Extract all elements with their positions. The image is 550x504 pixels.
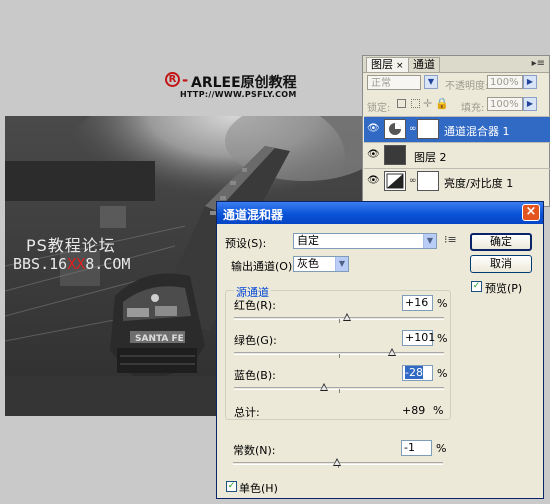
close-icon[interactable]: × (396, 61, 404, 71)
tab-channels-label: 通道 (413, 58, 435, 71)
brightness-thumbnail-icon (384, 171, 406, 191)
preset-label: 预设(S): (225, 237, 267, 250)
total-label: 总计: (234, 406, 260, 419)
fill-label: 填充: (461, 103, 485, 114)
preview-label: 预览(P) (485, 282, 523, 295)
lock-image-icon[interactable] (411, 99, 420, 108)
lock-transparency-icon[interactable] (397, 99, 406, 108)
blue-percent: % (437, 367, 448, 380)
visibility-eye-icon[interactable]: 👁 (367, 176, 380, 186)
brightness-glyph-icon (386, 173, 404, 189)
opacity-label: 不透明度: (445, 81, 489, 92)
chain-link-icon: ∞ (409, 124, 417, 134)
output-channel-label: 输出通道(O): (231, 260, 296, 273)
preset-select[interactable]: 自定 ▼ (293, 233, 437, 249)
blue-label: 蓝色(B): (234, 369, 276, 382)
red-label: 红色(R): (234, 299, 276, 312)
ok-button[interactable]: 确定 (470, 233, 532, 251)
layer-name: 通道混合器 1 (444, 125, 510, 138)
blend-opacity-row: 正常 ▼ 不透明度: 100% ▶ (367, 75, 547, 93)
lock-label: 锁定: (367, 103, 391, 114)
visibility-eye-icon[interactable]: 👁 (367, 150, 380, 160)
blue-center-tick (339, 389, 340, 393)
visibility-eye-icon[interactable]: 👁 (367, 124, 380, 134)
constant-label: 常数(N): (233, 444, 276, 457)
adjustment-thumbnail-icon (384, 119, 406, 139)
preset-value: 自定 (297, 234, 319, 247)
blue-slider-thumb[interactable] (320, 383, 329, 391)
lock-position-icon[interactable]: ✛ (423, 97, 432, 110)
url-suffix: 8.COM (85, 255, 131, 273)
fill-arrow-icon[interactable]: ▶ (523, 97, 537, 111)
forum-watermark: PS教程论坛 (26, 236, 116, 255)
output-channel-select[interactable]: 灰色 ▼ (293, 256, 349, 272)
green-percent: % (437, 332, 448, 345)
layer-name: 图层 2 (414, 151, 447, 164)
preview-checkbox[interactable]: ✓ (471, 281, 482, 292)
blue-input[interactable]: -28 (402, 365, 433, 381)
opacity-input[interactable]: 100% (487, 75, 523, 89)
layer-mask-thumbnail (417, 171, 439, 191)
green-label: 绿色(G): (234, 334, 277, 347)
lock-all-icon[interactable]: 🔒 (435, 97, 449, 110)
blend-dropdown-icon[interactable]: ▼ (424, 75, 438, 89)
layer-mask-thumbnail (417, 119, 439, 139)
tab-channels[interactable]: 通道 (408, 57, 440, 72)
brand-title: ARLEE原创教程 (191, 75, 297, 91)
red-percent: % (437, 297, 448, 310)
close-button[interactable]: × (522, 204, 540, 221)
svg-text:SANTA FE: SANTA FE (135, 334, 184, 344)
channel-mixer-glyph-icon (389, 123, 401, 135)
dialog-titlebar[interactable]: 通道混和器 × (217, 202, 543, 224)
forum-url-watermark: BBS.16XX8.COM (13, 255, 130, 273)
layer-row-layer2[interactable]: 👁 图层 2 (364, 142, 550, 168)
red-slider-thumb[interactable] (343, 313, 352, 321)
chain-link-icon: ∞ (409, 176, 417, 186)
lock-fill-row: 锁定: ✛ 🔒 填充: 100% ▶ (367, 97, 547, 114)
green-center-tick (339, 354, 340, 358)
brand-url: HTTP://WWW.PSFLY.COM (180, 90, 297, 99)
layers-panel: 图层 × 通道 ▸≡ 正常 ▼ 不透明度: 100% ▶ 锁定: ✛ 🔒 填充: … (362, 55, 550, 207)
output-channel-value: 灰色 (297, 257, 319, 270)
layer-name: 亮度/对比度 1 (444, 177, 514, 190)
blend-mode-select[interactable]: 正常 (367, 75, 421, 90)
chevron-down-icon[interactable]: ▼ (423, 234, 436, 248)
channel-mixer-dialog: 通道混和器 × 预设(S): 自定 ▼ ⁝≡ 输出通道(O): 灰色 ▼ 确定 … (216, 201, 544, 499)
brand-dash: - (182, 71, 189, 89)
monochrome-label: 单色(H) (239, 482, 278, 495)
preset-options-icon[interactable]: ⁝≡ (444, 233, 457, 246)
panel-menu-icon[interactable]: ▸≡ (532, 58, 545, 69)
constant-percent: % (436, 442, 447, 455)
image-thumbnail (384, 145, 406, 165)
layers-tabbar: 图层 × 通道 ▸≡ (363, 56, 549, 73)
source-channels-group: 源通道 红色(R): +16 % 绿色(G): +101 % 蓝色(B): -2… (225, 284, 451, 420)
constant-input[interactable]: -1 (401, 440, 432, 456)
red-center-tick (339, 319, 340, 323)
tab-layers-label: 图层 (371, 58, 393, 71)
green-slider-thumb[interactable] (388, 348, 397, 356)
total-percent: % (433, 404, 444, 417)
green-input[interactable]: +101 (402, 330, 435, 346)
red-input[interactable]: +16 (402, 295, 433, 311)
chevron-down-icon[interactable]: ▼ (335, 257, 348, 271)
total-value: +89 (402, 404, 426, 417)
layer-row-brightness[interactable]: 👁 ∞ 亮度/对比度 1 (364, 168, 550, 194)
dialog-title: 通道混和器 (223, 208, 284, 222)
constant-slider-thumb[interactable] (333, 458, 342, 466)
cancel-button[interactable]: 取消 (470, 255, 532, 273)
opacity-arrow-icon[interactable]: ▶ (523, 75, 537, 89)
fill-input[interactable]: 100% (487, 97, 523, 111)
url-red-part: XX (67, 255, 86, 273)
url-prefix: BBS.16 (13, 255, 68, 273)
registered-mark-icon: R (165, 72, 180, 87)
blue-input-value: -28 (405, 366, 423, 379)
layer-row-channel-mixer[interactable]: 👁 ∞ 通道混合器 1 (364, 116, 550, 142)
monochrome-checkbox[interactable]: ✓ (226, 481, 237, 492)
tab-layers[interactable]: 图层 × (366, 57, 409, 72)
